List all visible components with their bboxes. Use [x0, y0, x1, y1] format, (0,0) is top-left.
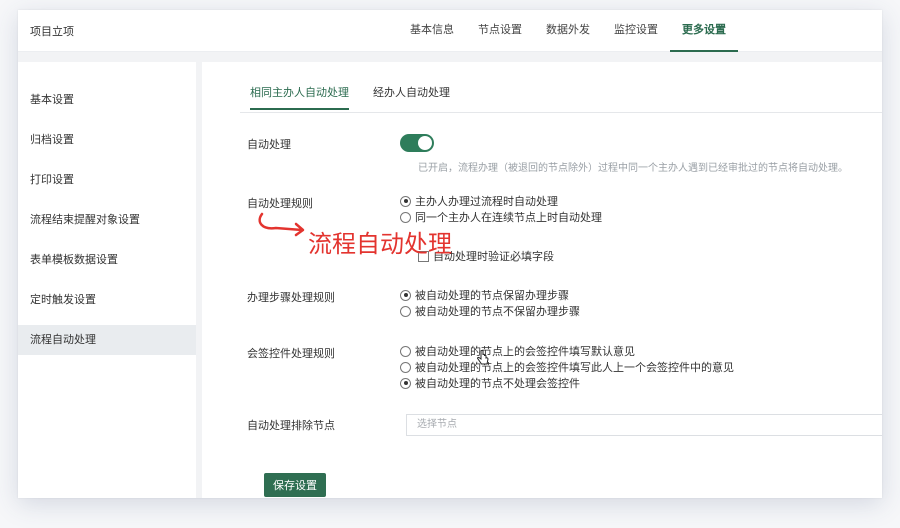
nav-monitor-settings[interactable]: 监控设置	[602, 10, 670, 52]
option-label: 同一个主办人在连续节点上时自动处理	[415, 211, 602, 224]
sub-tabs: 相同主办人自动处理 经办人自动处理	[250, 84, 474, 110]
nav-data-export[interactable]: 数据外发	[534, 10, 602, 52]
auto-process-hint: 已开启，流程办理（被退回的节点除外）过程中同一个主办人遇到已经审批过的节点将自动…	[418, 163, 848, 174]
header-divider	[18, 52, 882, 62]
toggle-knob	[418, 136, 432, 150]
option-label: 主办人办理过流程时自动处理	[415, 195, 558, 208]
radio-unchecked-icon[interactable]	[400, 211, 411, 223]
sidebar-item-basic-settings[interactable]: 基本设置	[18, 85, 196, 115]
top-nav: 基本信息 节点设置 数据外发 监控设置 更多设置	[398, 10, 738, 52]
sidebar-item-form-template-data[interactable]: 表单模板数据设置	[18, 245, 196, 275]
main-content: 相同主办人自动处理 经办人自动处理 自动处理 已开启，流程办理（被退回的节点除外…	[210, 62, 882, 498]
sidebar: 基本设置 归档设置 打印设置 流程结束提醒对象设置 表单模板数据设置 定时触发设…	[18, 62, 202, 498]
radio-unchecked-icon[interactable]	[400, 345, 411, 357]
exclude-label: 自动处理排除节点	[247, 419, 335, 432]
tab-handler-auto[interactable]: 经办人自动处理	[373, 84, 450, 110]
top-bar: 项目立项 基本信息 节点设置 数据外发 监控设置 更多设置	[18, 10, 882, 52]
sign-option-previous-opinion[interactable]: 被自动处理的节点上的会签控件填写此人上一个会签控件中的意见	[400, 359, 734, 375]
app-window: 项目立项 基本信息 节点设置 数据外发 监控设置 更多设置 基本设置 归档设置 …	[18, 10, 882, 498]
sign-label: 会签控件处理规则	[247, 347, 335, 360]
steps-option-discard[interactable]: 被自动处理的节点不保留办理步骤	[400, 303, 580, 319]
radio-checked-icon[interactable]	[400, 377, 411, 389]
annotation-arrow-icon	[258, 212, 305, 237]
auto-process-label: 自动处理	[247, 138, 291, 151]
option-label: 被自动处理的节点保留办理步骤	[415, 289, 569, 302]
nav-basic-info[interactable]: 基本信息	[398, 10, 466, 52]
auto-process-toggle[interactable]	[400, 134, 434, 152]
option-label: 被自动处理的节点上的会签控件填写此人上一个会签控件中的意见	[415, 361, 734, 374]
rule-label: 自动处理规则	[247, 197, 313, 210]
radio-checked-icon[interactable]	[400, 289, 411, 301]
hand-cursor-icon	[477, 350, 489, 365]
rule-option-host-handled[interactable]: 主办人办理过流程时自动处理	[400, 193, 558, 209]
annotation-label: 流程自动处理	[308, 230, 452, 258]
sidebar-item-auto-process[interactable]: 流程自动处理	[18, 325, 196, 355]
nav-node-settings[interactable]: 节点设置	[466, 10, 534, 52]
option-label: 被自动处理的节点上的会签控件填写默认意见	[415, 345, 635, 358]
sidebar-item-archive-settings[interactable]: 归档设置	[18, 125, 196, 155]
radio-unchecked-icon[interactable]	[400, 361, 411, 373]
exclude-node-select[interactable]: 选择节点	[406, 414, 882, 436]
sidebar-item-end-reminder[interactable]: 流程结束提醒对象设置	[18, 205, 196, 235]
tab-same-host-auto[interactable]: 相同主办人自动处理	[250, 84, 349, 110]
rule-option-consecutive-nodes[interactable]: 同一个主办人在连续节点上时自动处理	[400, 209, 602, 225]
steps-option-keep[interactable]: 被自动处理的节点保留办理步骤	[400, 287, 569, 303]
radio-checked-icon[interactable]	[400, 195, 411, 207]
app-title: 项目立项	[30, 25, 74, 38]
radio-unchecked-icon[interactable]	[400, 305, 411, 317]
option-label: 被自动处理的节点不处理会签控件	[415, 377, 580, 390]
tab-underline	[240, 112, 882, 113]
sidebar-item-timed-trigger[interactable]: 定时触发设置	[18, 285, 196, 315]
save-button[interactable]: 保存设置	[264, 473, 326, 497]
nav-more-settings[interactable]: 更多设置	[670, 10, 738, 52]
option-label: 被自动处理的节点不保留办理步骤	[415, 305, 580, 318]
sidebar-item-print-settings[interactable]: 打印设置	[18, 165, 196, 195]
steps-label: 办理步骤处理规则	[247, 291, 335, 304]
sign-option-no-process[interactable]: 被自动处理的节点不处理会签控件	[400, 375, 580, 391]
sign-option-default-opinion[interactable]: 被自动处理的节点上的会签控件填写默认意见	[400, 343, 635, 359]
